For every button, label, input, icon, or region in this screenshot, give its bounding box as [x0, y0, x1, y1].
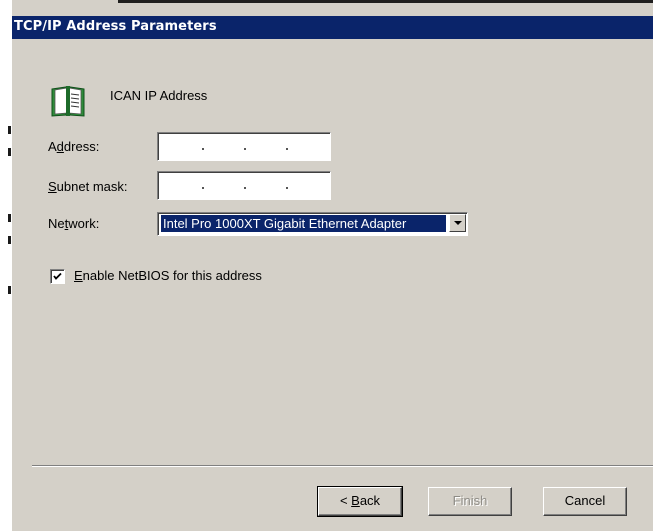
ip-separator [202, 187, 204, 189]
dialog-title: TCP/IP Address Parameters [14, 19, 217, 34]
tcpip-address-dialog: TCP/IP Address Parameters ICAN IP Addres… [12, 3, 653, 531]
address-label: Address: [48, 139, 100, 154]
finish-button[interactable]: Finish [428, 487, 512, 516]
button-separator [32, 465, 653, 467]
background-tick [8, 126, 11, 134]
ip-separator [244, 187, 246, 189]
dialog-titlebar[interactable]: TCP/IP Address Parameters [12, 16, 653, 39]
book-icon [51, 86, 85, 117]
dropdown-button[interactable] [449, 214, 466, 232]
address-input[interactable] [157, 132, 331, 161]
background-tick [8, 236, 11, 244]
network-label: Network: [48, 216, 100, 231]
connection-title: ICAN IP Address [110, 88, 208, 103]
back-button[interactable]: < Back [317, 486, 403, 517]
background-tick [8, 286, 11, 294]
subnet-mask-input[interactable] [157, 171, 331, 200]
ip-separator [286, 187, 288, 189]
screenshot-root: TCP/IP Address Parameters ICAN IP Addres… [0, 0, 653, 531]
background-tick [8, 214, 11, 222]
ip-separator [202, 148, 204, 150]
network-selected-value: Intel Pro 1000XT Gigabit Ethernet Adapte… [161, 215, 446, 232]
enable-netbios-checkbox[interactable] [50, 269, 65, 284]
chevron-down-icon [454, 221, 462, 225]
ip-separator [286, 148, 288, 150]
network-select[interactable]: Intel Pro 1000XT Gigabit Ethernet Adapte… [157, 212, 468, 236]
enable-netbios-label[interactable]: Enable NetBIOS for this address [74, 268, 262, 283]
background-window-edge [0, 0, 12, 531]
checkmark-icon [53, 272, 62, 280]
subnet-mask-label: Subnet mask: [48, 179, 128, 194]
ip-separator [244, 148, 246, 150]
background-tick [8, 148, 11, 156]
cancel-button[interactable]: Cancel [543, 487, 627, 516]
